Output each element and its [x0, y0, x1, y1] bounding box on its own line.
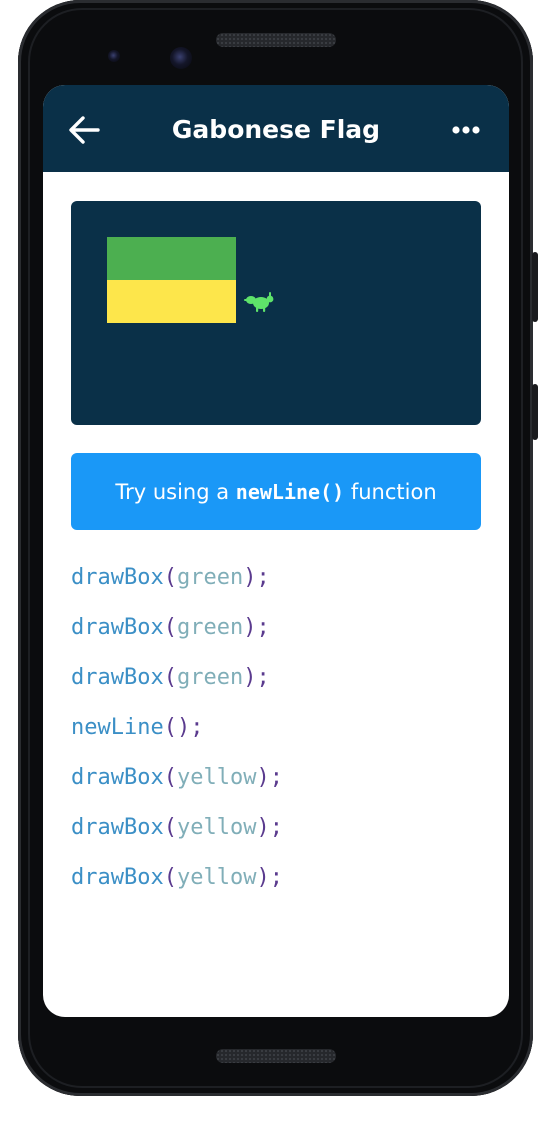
- hint-banner[interactable]: Try using a newLine() function: [71, 453, 481, 530]
- code-paren: (: [163, 665, 177, 690]
- code-line[interactable]: drawBox(green);: [71, 663, 270, 693]
- hint-code: newLine(): [235, 479, 345, 504]
- hint-suffix: function: [350, 479, 437, 504]
- app-bar: Gabonese Flag: [43, 85, 509, 172]
- earpiece-speaker: [216, 33, 336, 47]
- code-function: drawBox: [71, 815, 164, 840]
- code-line[interactable]: drawBox(yellow);: [71, 763, 283, 793]
- code-line[interactable]: drawBox(yellow);: [71, 813, 283, 843]
- code-argument: yellow: [176, 815, 257, 840]
- code-argument: yellow: [176, 765, 257, 790]
- code-argument: green: [176, 615, 244, 640]
- code-function: drawBox: [71, 765, 164, 790]
- code-argument: green: [176, 565, 244, 590]
- code-argument: green: [176, 665, 244, 690]
- code-function: drawBox: [71, 565, 164, 590]
- drawing-canvas: [71, 201, 481, 425]
- power-button: [532, 384, 538, 440]
- code-line[interactable]: drawBox(green);: [71, 563, 270, 593]
- code-line[interactable]: drawBox(green);: [71, 613, 270, 643]
- code-paren: (: [163, 815, 177, 840]
- page-title: Gabonese Flag: [171, 115, 381, 144]
- code-function: drawBox: [71, 615, 164, 640]
- flag-stripe-green: [107, 237, 236, 280]
- front-sensor: [108, 50, 120, 62]
- code-line[interactable]: newLine();: [71, 713, 203, 743]
- code-paren: (: [163, 765, 177, 790]
- code-paren: );: [176, 715, 204, 740]
- front-camera: [170, 47, 192, 69]
- code-paren: (: [163, 865, 177, 890]
- code-function: drawBox: [71, 865, 164, 890]
- code-function: drawBox: [71, 665, 164, 690]
- code-function: newLine: [71, 715, 164, 740]
- flag-stripe-yellow: [107, 280, 236, 323]
- code-paren: (: [163, 715, 177, 740]
- code-paren: (: [163, 615, 177, 640]
- more-horizontal-icon[interactable]: [449, 117, 483, 143]
- app-screen: Gabonese Flag Try using a newLine() func…: [43, 85, 509, 1017]
- code-argument: yellow: [176, 865, 257, 890]
- code-line[interactable]: drawBox(yellow);: [71, 863, 283, 893]
- code-paren: (: [163, 565, 177, 590]
- volume-button: [532, 252, 538, 322]
- code-paren: );: [256, 815, 283, 840]
- code-paren: );: [243, 565, 270, 590]
- code-paren: );: [243, 615, 270, 640]
- bug-icon: [244, 292, 274, 312]
- code-paren: );: [256, 765, 283, 790]
- code-paren: );: [243, 665, 270, 690]
- hint-prefix: Try using a: [115, 479, 230, 504]
- bottom-speaker: [216, 1049, 336, 1063]
- code-paren: );: [256, 865, 283, 890]
